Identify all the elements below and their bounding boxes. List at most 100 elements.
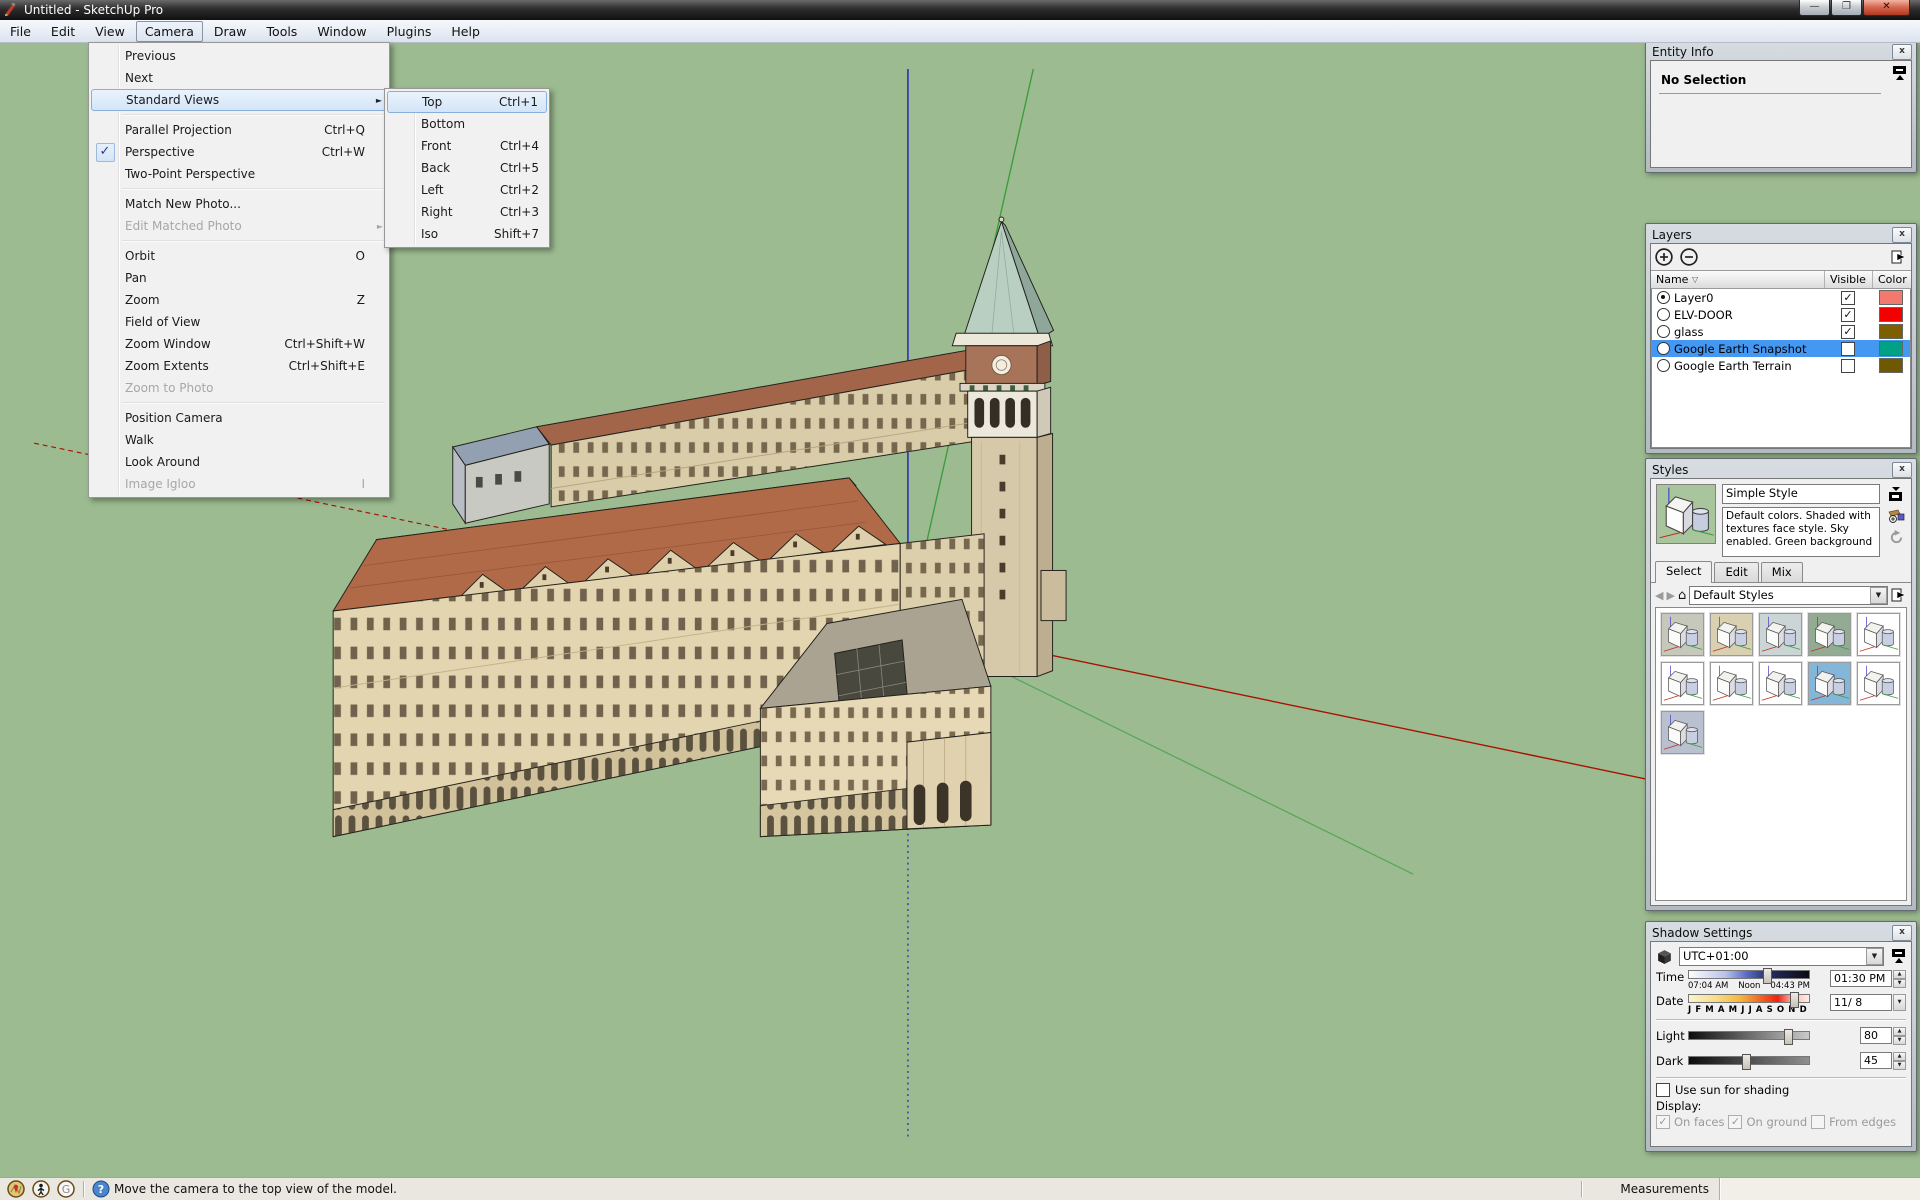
active-layer-radio[interactable]	[1657, 325, 1670, 338]
visible-checkbox[interactable]: ✓	[1841, 308, 1855, 322]
menu-item-look-around[interactable]: Look Around	[91, 451, 387, 473]
forward-icon[interactable]: ▶	[1666, 589, 1674, 602]
time-value-input[interactable]: 01:30 PM	[1830, 970, 1892, 987]
menu-window[interactable]: Window	[308, 21, 375, 42]
style-thumbnail[interactable]	[1710, 613, 1753, 656]
chevron-down-icon[interactable]: ▼	[1893, 994, 1906, 1011]
submenu-item-iso[interactable]: IsoShift+7	[387, 223, 547, 245]
refresh-icon[interactable]	[1889, 530, 1904, 545]
toggle-shadows-icon[interactable]	[1656, 948, 1673, 965]
layer-row[interactable]: glass ✓	[1652, 323, 1910, 340]
active-layer-radio[interactable]	[1657, 291, 1670, 304]
spin-up-icon[interactable]: ▲	[1893, 1027, 1906, 1036]
menu-plugins[interactable]: Plugins	[378, 21, 441, 42]
chevron-down-icon[interactable]: ▼	[1870, 587, 1887, 604]
layer-color-swatch[interactable]	[1879, 324, 1903, 339]
layer-row-selected[interactable]: Google Earth Snapshot	[1652, 340, 1910, 357]
spin-down-icon[interactable]: ▼	[1893, 979, 1906, 988]
layer-color-swatch[interactable]	[1879, 341, 1903, 356]
submenu-item-left[interactable]: LeftCtrl+2	[387, 179, 547, 201]
tab-select[interactable]: Select	[1655, 561, 1712, 583]
layer-row[interactable]: ELV-DOOR ✓	[1652, 306, 1910, 323]
style-name-input[interactable]: Simple Style	[1722, 484, 1880, 504]
measurements-input[interactable]	[1719, 1178, 1920, 1200]
menu-item-standard-views[interactable]: Standard Views►	[91, 89, 387, 111]
menu-item-orbit[interactable]: OrbitO	[91, 245, 387, 267]
menu-item-match-new-photo[interactable]: Match New Photo...	[91, 193, 387, 215]
submenu-item-top[interactable]: TopCtrl+1	[387, 91, 547, 113]
close-icon[interactable]: x	[1892, 227, 1912, 243]
menu-item-image-igloo[interactable]: Image IglooI	[91, 473, 387, 495]
menu-item-edit-matched-photo[interactable]: Edit Matched Photo►	[91, 215, 387, 237]
column-visible[interactable]: Visible	[1825, 271, 1873, 288]
style-description[interactable]: Default colors. Shaded with textures fac…	[1722, 507, 1880, 557]
on-ground-checkbox[interactable]: ✓	[1728, 1115, 1742, 1129]
visible-checkbox[interactable]: ✓	[1841, 291, 1855, 305]
dark-value-input[interactable]: 45	[1860, 1052, 1892, 1069]
google-icon[interactable]: G	[57, 1180, 75, 1198]
style-details-icon[interactable]	[1891, 587, 1907, 603]
chevron-down-icon[interactable]: ▼	[1866, 948, 1883, 965]
style-thumbnail[interactable]	[1661, 662, 1704, 705]
menu-item-walk[interactable]: Walk	[91, 429, 387, 451]
close-button[interactable]: ✕	[1863, 0, 1910, 16]
visible-checkbox[interactable]	[1841, 359, 1855, 373]
add-layer-icon[interactable]	[1655, 248, 1673, 266]
time-slider[interactable]	[1688, 970, 1810, 979]
style-thumbnail[interactable]	[1661, 711, 1704, 754]
spin-up-icon[interactable]: ▲	[1893, 970, 1906, 979]
menu-camera[interactable]: Camera	[136, 21, 203, 42]
on-faces-checkbox[interactable]: ✓	[1656, 1115, 1670, 1129]
active-layer-radio[interactable]	[1657, 308, 1670, 321]
remove-layer-icon[interactable]	[1680, 248, 1698, 266]
close-icon[interactable]: x	[1892, 44, 1912, 60]
dark-slider[interactable]	[1688, 1056, 1810, 1065]
layer-details-icon[interactable]	[1891, 249, 1907, 265]
spin-down-icon[interactable]: ▼	[1893, 1036, 1906, 1045]
menu-edit[interactable]: Edit	[42, 21, 84, 42]
style-thumbnail[interactable]	[1857, 613, 1900, 656]
layer-color-swatch[interactable]	[1879, 307, 1903, 322]
menu-item-previous[interactable]: Previous	[91, 45, 387, 67]
layer-row[interactable]: Layer0 ✓	[1652, 289, 1910, 306]
home-icon[interactable]: ⌂	[1678, 588, 1686, 603]
menu-tools[interactable]: Tools	[258, 21, 307, 42]
active-layer-radio[interactable]	[1657, 342, 1670, 355]
visible-checkbox[interactable]	[1841, 342, 1855, 356]
person-icon[interactable]	[32, 1180, 50, 1198]
date-value-input[interactable]: 11/ 8	[1830, 994, 1892, 1011]
style-thumbnail[interactable]	[1808, 662, 1851, 705]
menu-item-parallel-projection[interactable]: Parallel ProjectionCtrl+Q	[91, 119, 387, 141]
style-thumbnail[interactable]	[1710, 662, 1753, 705]
restore-button[interactable]: ❐	[1831, 0, 1862, 16]
create-style-icon[interactable]	[1888, 508, 1905, 524]
light-slider[interactable]	[1688, 1031, 1810, 1040]
close-icon[interactable]: x	[1892, 925, 1912, 941]
spin-down-icon[interactable]: ▼	[1893, 1061, 1906, 1070]
submenu-item-back[interactable]: BackCtrl+5	[387, 157, 547, 179]
menu-item-next[interactable]: Next	[91, 67, 387, 89]
collapse-icon[interactable]	[1893, 65, 1907, 81]
menu-item-position-camera[interactable]: Position Camera	[91, 407, 387, 429]
use-sun-checkbox[interactable]	[1656, 1083, 1670, 1097]
light-value-input[interactable]: 80	[1860, 1027, 1892, 1044]
help-icon[interactable]: ?	[92, 1180, 110, 1198]
active-layer-radio[interactable]	[1657, 359, 1670, 372]
style-thumbnail[interactable]	[1661, 613, 1704, 656]
minimize-button[interactable]: —	[1799, 0, 1830, 16]
collapse-icon[interactable]	[1889, 486, 1903, 502]
style-thumbnail[interactable]	[1759, 662, 1802, 705]
back-icon[interactable]: ◀	[1655, 589, 1663, 602]
menu-item-pan[interactable]: Pan	[91, 267, 387, 289]
collapse-icon[interactable]	[1892, 948, 1906, 964]
menu-file[interactable]: File	[1, 21, 40, 42]
menu-item-zoom[interactable]: ZoomZ	[91, 289, 387, 311]
layer-row[interactable]: Google Earth Terrain	[1652, 357, 1910, 374]
geolocation-icon[interactable]	[7, 1180, 25, 1198]
spin-up-icon[interactable]: ▲	[1893, 1052, 1906, 1061]
tab-mix[interactable]: Mix	[1761, 562, 1803, 582]
layer-color-swatch[interactable]	[1879, 358, 1903, 373]
menu-help[interactable]: Help	[442, 21, 489, 42]
tab-edit[interactable]: Edit	[1714, 562, 1758, 582]
menu-item-perspective[interactable]: ✓PerspectiveCtrl+W	[91, 141, 387, 163]
